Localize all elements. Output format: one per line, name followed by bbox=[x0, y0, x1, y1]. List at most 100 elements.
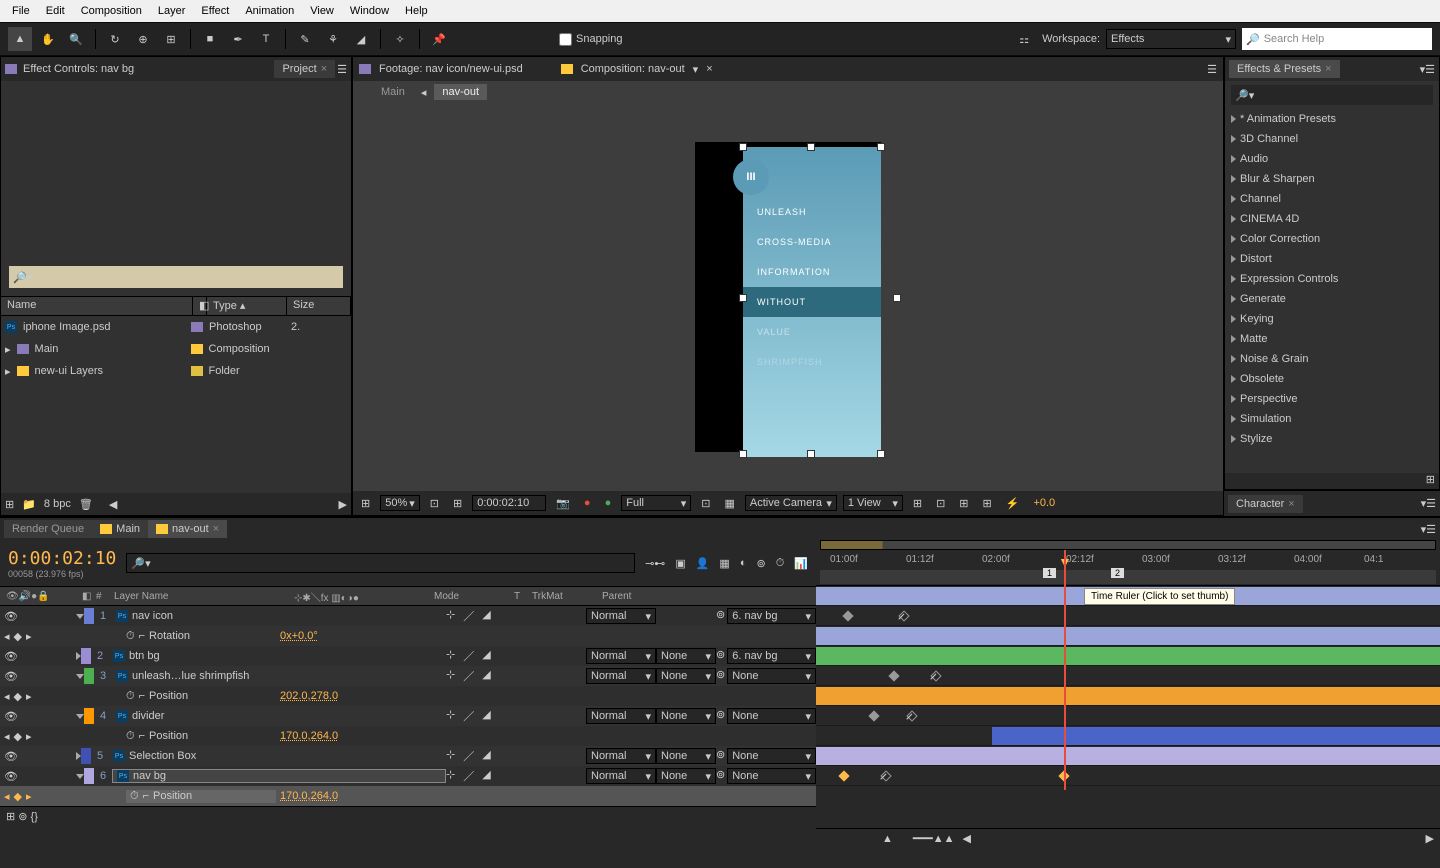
rotation-tool[interactable]: ↻ bbox=[103, 27, 127, 51]
transform-handle[interactable] bbox=[739, 450, 747, 458]
scroll-left[interactable]: ◀ bbox=[963, 832, 971, 845]
panel-menu-icon[interactable]: ☰ bbox=[337, 63, 347, 76]
scroll-right[interactable]: ▶ bbox=[339, 498, 347, 511]
layer-row[interactable]: 👁 1 Psnav icon ⊹／◢ Normal▾ ⊚6. nav bg▾ bbox=[0, 606, 816, 626]
transform-handle[interactable] bbox=[893, 294, 901, 302]
time-ruler[interactable]: 01:00f 01:12f 02:00f 02:12f 03:00f 03:12… bbox=[816, 540, 1440, 586]
zoom-dropdown[interactable]: 50%▾ bbox=[380, 495, 420, 511]
navout-comp-tab[interactable]: nav-out × bbox=[148, 520, 227, 538]
bc-navout[interactable]: nav-out bbox=[434, 84, 487, 100]
selection-tool[interactable]: ▲ bbox=[8, 27, 32, 51]
effect-category[interactable]: Simulation bbox=[1225, 409, 1439, 429]
effect-category[interactable]: Distort bbox=[1225, 249, 1439, 269]
transparency-icon[interactable]: ▦ bbox=[720, 497, 738, 510]
zoom-out-icon[interactable]: ▲ bbox=[882, 833, 893, 845]
pixel-aspect-icon[interactable]: ⊞ bbox=[909, 497, 926, 510]
layer-row[interactable]: 👁 6 Psnav bg ⊹／◢ Normal▾ None▾ ⊚None▾ bbox=[0, 766, 816, 786]
transform-handle[interactable] bbox=[739, 143, 747, 151]
effect-category[interactable]: Stylize bbox=[1225, 429, 1439, 449]
col-label[interactable]: ◧ bbox=[193, 297, 207, 315]
project-search[interactable]: 🔎▾ bbox=[9, 266, 343, 288]
panel-menu-icon[interactable]: ▾☰ bbox=[1421, 523, 1436, 536]
col-size[interactable]: Size bbox=[287, 297, 351, 315]
search-comps-icon[interactable]: ⚏ bbox=[1012, 27, 1036, 51]
channel-icon[interactable]: ● bbox=[601, 497, 616, 509]
effect-category[interactable]: Perspective bbox=[1225, 389, 1439, 409]
project-item[interactable]: Ps iphone Image.psd Photoshop 2. bbox=[1, 316, 351, 338]
layer-row[interactable]: 👁 4 Psdivider ⊹／◢ Normal▾ None▾ ⊚None▾ bbox=[0, 706, 816, 726]
new-bin-icon[interactable]: ⊞ bbox=[1225, 473, 1439, 489]
layer-row[interactable]: 👁 5 PsSelection Box ⊹／◢ Normal▾ None▾ ⊚N… bbox=[0, 746, 816, 766]
composition-viewer[interactable]: III UNLEASH CROSS-MEDIA INFORMATION WITH… bbox=[353, 103, 1223, 491]
trash-icon[interactable]: 🗑 bbox=[79, 498, 93, 511]
scroll-right[interactable]: ▶ bbox=[1426, 832, 1434, 845]
views-dropdown[interactable]: 1 View▾ bbox=[843, 495, 903, 511]
snapshot-icon[interactable]: 📷 bbox=[552, 497, 574, 510]
type-tool[interactable]: T bbox=[254, 27, 278, 51]
bc-main[interactable]: Main bbox=[373, 84, 413, 100]
mag-icon[interactable]: ⊞ bbox=[357, 497, 374, 510]
character-tab[interactable]: Character × bbox=[1228, 495, 1303, 513]
preview-time[interactable]: 0:00:02:10 bbox=[472, 495, 546, 511]
layer-property[interactable]: ◂◆▸ ⏱⌐Position 202.0,278.0 bbox=[0, 686, 816, 706]
hide-shy-icon[interactable]: 👤 bbox=[696, 557, 710, 570]
effect-category[interactable]: Keying bbox=[1225, 309, 1439, 329]
close-icon[interactable]: × bbox=[1288, 498, 1294, 510]
render-queue-tab[interactable]: Render Queue bbox=[4, 520, 92, 538]
effect-category[interactable]: Channel bbox=[1225, 189, 1439, 209]
pan-behind-tool[interactable]: ⊞ bbox=[159, 27, 183, 51]
comp-mini-flow-icon[interactable]: ⊸⊷ bbox=[645, 557, 665, 570]
frame-blend-icon[interactable]: ▦ bbox=[719, 557, 729, 570]
graph-editor-icon[interactable]: 📊 bbox=[794, 557, 808, 570]
zoom-in-icon[interactable]: ▲▲ bbox=[933, 833, 955, 845]
transform-handle[interactable] bbox=[877, 450, 885, 458]
zoom-tool[interactable]: 🔍 bbox=[64, 27, 88, 51]
bpc-button[interactable]: 8 bpc bbox=[44, 498, 71, 510]
flowchart-icon[interactable]: ⊞ bbox=[979, 497, 996, 510]
close-icon[interactable]: × bbox=[1325, 63, 1331, 75]
brainstorm-icon[interactable]: ⊚ bbox=[756, 557, 765, 570]
menu-animation[interactable]: Animation bbox=[237, 5, 302, 17]
layer-property[interactable]: ◂◆▸ ⏱⌐Position 170.0,264.0 bbox=[0, 726, 816, 746]
eraser-tool[interactable]: ◢ bbox=[349, 27, 373, 51]
camera-dropdown[interactable]: Active Camera▾ bbox=[745, 495, 837, 511]
menu-composition[interactable]: Composition bbox=[73, 5, 150, 17]
project-item[interactable]: ▸ new-ui Layers Folder bbox=[1, 360, 351, 382]
layer-property[interactable]: ◂◆▸ ⏱⌐Rotation 0x+0.0° bbox=[0, 626, 816, 646]
effect-category[interactable]: Color Correction bbox=[1225, 229, 1439, 249]
effects-search[interactable]: 🔎▾ bbox=[1231, 85, 1433, 105]
exposure-value[interactable]: +0.0 bbox=[1029, 497, 1059, 509]
main-comp-tab[interactable]: Main bbox=[92, 520, 148, 538]
menu-edit[interactable]: Edit bbox=[38, 5, 73, 17]
hand-tool[interactable]: ✋ bbox=[36, 27, 60, 51]
fast-preview-icon[interactable]: ⊡ bbox=[932, 497, 949, 510]
interpret-icon[interactable]: ⊞ bbox=[5, 498, 14, 511]
draft3d-icon[interactable]: ▣ bbox=[675, 557, 685, 570]
close-icon[interactable]: × bbox=[706, 63, 712, 75]
footage-tab[interactable]: Footage: nav icon/new-ui.psd bbox=[379, 63, 523, 75]
camera-tool[interactable]: ⊕ bbox=[131, 27, 155, 51]
work-area-end[interactable]: 2 bbox=[1111, 568, 1124, 578]
effect-category[interactable]: 3D Channel bbox=[1225, 129, 1439, 149]
toggle-switches-icon[interactable]: ⊞ ⊚ {} bbox=[6, 810, 38, 823]
close-icon[interactable]: × bbox=[213, 523, 219, 535]
roi-icon[interactable]: ⊡ bbox=[697, 497, 714, 510]
res-icon[interactable]: ⊡ bbox=[426, 497, 443, 510]
roto-tool[interactable]: ✧ bbox=[388, 27, 412, 51]
menu-view[interactable]: View bbox=[302, 5, 342, 17]
playhead[interactable] bbox=[1064, 550, 1066, 790]
work-area-start[interactable]: 1 bbox=[1043, 568, 1056, 578]
layer-row[interactable]: 👁 3 Psunleash…lue shrimpfish ⊹／◢ Normal▾… bbox=[0, 666, 816, 686]
transform-handle[interactable] bbox=[807, 143, 815, 151]
project-tab[interactable]: Project × bbox=[274, 60, 335, 78]
snapping-checkbox[interactable] bbox=[559, 33, 572, 46]
effect-category[interactable]: Expression Controls bbox=[1225, 269, 1439, 289]
layer-property[interactable]: ◂◆▸ ⏱⌐Position 170.0,264.0 bbox=[0, 786, 816, 806]
resolution-dropdown[interactable]: Full▾ bbox=[621, 495, 691, 511]
effect-category[interactable]: Generate bbox=[1225, 289, 1439, 309]
grid-icon[interactable]: ⊞ bbox=[449, 497, 466, 510]
effect-category[interactable]: Noise & Grain bbox=[1225, 349, 1439, 369]
workspace-dropdown[interactable]: Effects ▾ bbox=[1106, 29, 1236, 49]
puppet-tool[interactable]: 📌 bbox=[427, 27, 451, 51]
effect-category[interactable]: Audio bbox=[1225, 149, 1439, 169]
